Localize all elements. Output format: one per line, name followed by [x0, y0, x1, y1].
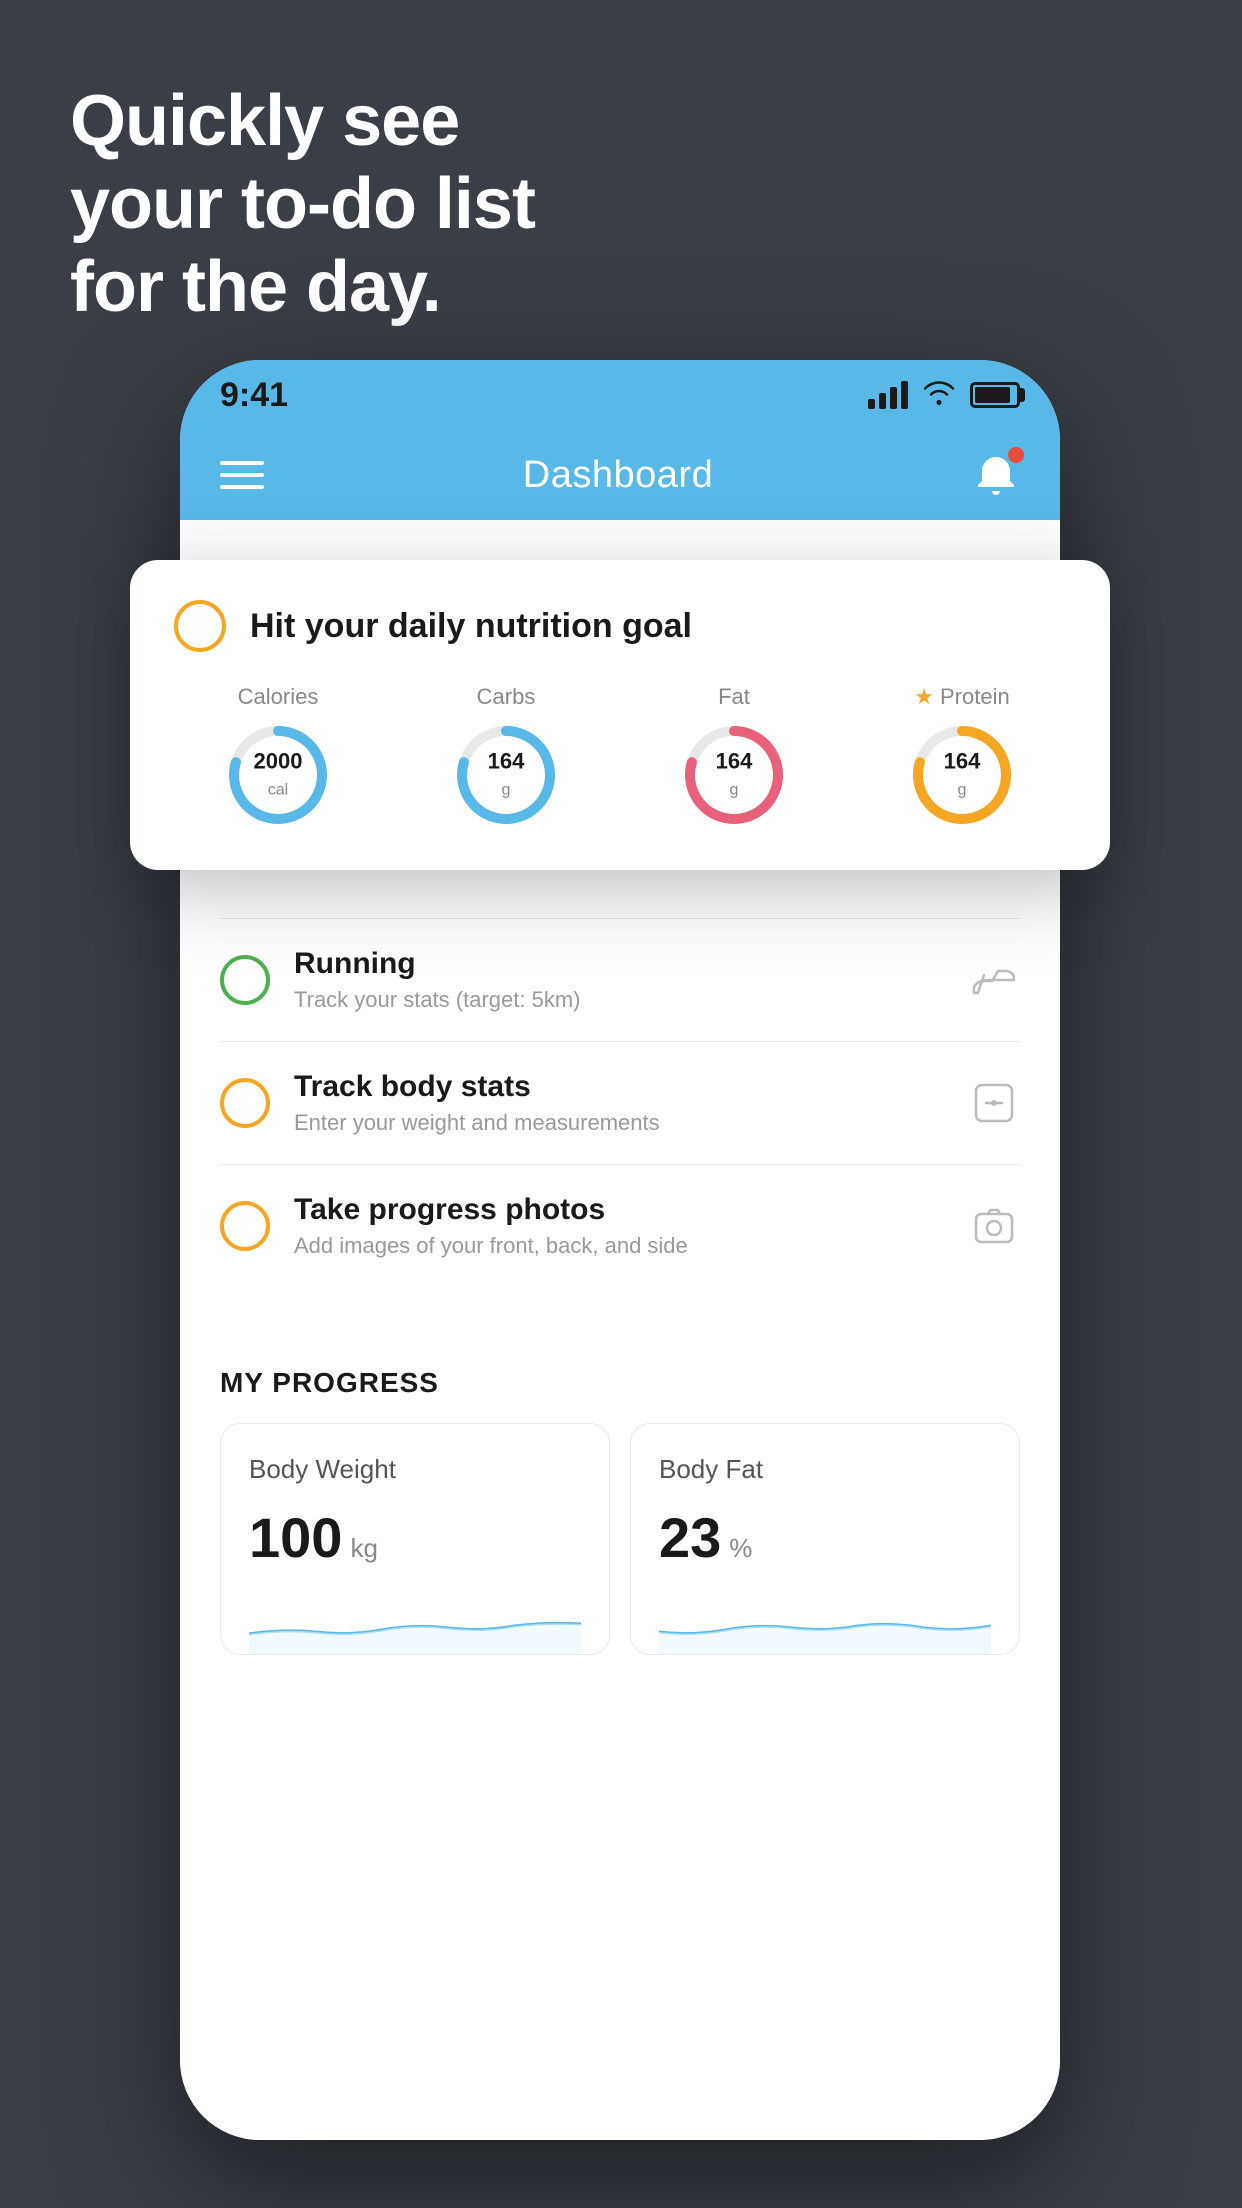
- nutrition-check-circle[interactable]: [174, 600, 226, 652]
- notification-bell-button[interactable]: [972, 451, 1020, 499]
- protein-label: ★ Protein: [914, 684, 1009, 710]
- wifi-icon: [922, 378, 956, 413]
- photo-icon: [968, 1200, 1020, 1252]
- body-fat-card[interactable]: Body Fat 23 %: [630, 1423, 1020, 1655]
- app-background: Quickly see your to-do list for the day.…: [0, 0, 1242, 2208]
- nutrition-protein: ★ Protein 164 g: [858, 684, 1066, 830]
- hero-line-1: Quickly see: [70, 80, 535, 163]
- protein-value: 164 g: [944, 749, 981, 802]
- todo-title-photos: Take progress photos: [294, 1193, 944, 1227]
- scale-icon: [968, 1077, 1020, 1129]
- notification-dot: [1008, 447, 1024, 463]
- status-time: 9:41: [220, 376, 288, 415]
- todo-list: Running Track your stats (target: 5km): [180, 918, 1060, 1287]
- body-fat-unit: %: [729, 1533, 752, 1564]
- body-weight-chart: [249, 1594, 581, 1654]
- body-fat-label: Body Fat: [659, 1454, 991, 1485]
- hero-line-3: for the day.: [70, 246, 535, 329]
- calories-donut: 2000 cal: [223, 720, 333, 830]
- protein-donut: 164 g: [907, 720, 1017, 830]
- header-title: Dashboard: [523, 454, 713, 497]
- todo-item-body-stats[interactable]: Track body stats Enter your weight and m…: [220, 1041, 1020, 1164]
- nutrition-calories: Calories 2000 cal: [174, 684, 382, 830]
- fat-value: 164 g: [716, 749, 753, 802]
- todo-title-running: Running: [294, 947, 944, 981]
- header-bar: Dashboard: [180, 430, 1060, 520]
- nutrition-card: Hit your daily nutrition goal Calories 2…: [130, 560, 1110, 870]
- carbs-value: 164 g: [488, 749, 525, 802]
- calories-label: Calories: [238, 684, 319, 710]
- card-title-row: Hit your daily nutrition goal: [174, 600, 1066, 652]
- todo-check-body-stats[interactable]: [220, 1078, 270, 1128]
- todo-content-photos: Take progress photos Add images of your …: [294, 1193, 944, 1259]
- progress-title: MY PROGRESS: [220, 1367, 1020, 1399]
- star-icon: ★: [914, 684, 934, 710]
- todo-item-running[interactable]: Running Track your stats (target: 5km): [220, 918, 1020, 1041]
- todo-subtitle-body-stats: Enter your weight and measurements: [294, 1110, 944, 1136]
- signal-icon: [868, 381, 908, 409]
- body-fat-chart: [659, 1594, 991, 1654]
- todo-check-photos[interactable]: [220, 1201, 270, 1251]
- todo-subtitle-photos: Add images of your front, back, and side: [294, 1233, 944, 1259]
- todo-content-running: Running Track your stats (target: 5km): [294, 947, 944, 1013]
- nutrition-card-title: Hit your daily nutrition goal: [250, 607, 692, 646]
- battery-icon: [970, 382, 1020, 408]
- body-weight-unit: kg: [350, 1533, 377, 1564]
- status-bar: 9:41: [180, 360, 1060, 430]
- body-fat-value-row: 23 %: [659, 1505, 991, 1570]
- body-weight-value-row: 100 kg: [249, 1505, 581, 1570]
- carbs-label: Carbs: [477, 684, 536, 710]
- todo-item-photos[interactable]: Take progress photos Add images of your …: [220, 1164, 1020, 1287]
- hero-text: Quickly see your to-do list for the day.: [70, 80, 535, 328]
- fat-label: Fat: [718, 684, 750, 710]
- body-weight-label: Body Weight: [249, 1454, 581, 1485]
- nutrition-row: Calories 2000 cal Carbs: [174, 684, 1066, 830]
- body-weight-card[interactable]: Body Weight 100 kg: [220, 1423, 610, 1655]
- status-icons: [868, 378, 1020, 413]
- todo-subtitle-running: Track your stats (target: 5km): [294, 987, 944, 1013]
- calories-value: 2000 cal: [254, 749, 303, 802]
- carbs-donut: 164 g: [451, 720, 561, 830]
- hamburger-menu[interactable]: [220, 461, 264, 489]
- progress-section: MY PROGRESS Body Weight 100 kg: [180, 1327, 1060, 1695]
- nutrition-fat: Fat 164 g: [630, 684, 838, 830]
- nutrition-carbs: Carbs 164 g: [402, 684, 610, 830]
- progress-cards: Body Weight 100 kg: [220, 1423, 1020, 1655]
- todo-check-running[interactable]: [220, 955, 270, 1005]
- hero-line-2: your to-do list: [70, 163, 535, 246]
- shoe-icon: [968, 954, 1020, 1006]
- todo-content-body-stats: Track body stats Enter your weight and m…: [294, 1070, 944, 1136]
- fat-donut: 164 g: [679, 720, 789, 830]
- todo-title-body-stats: Track body stats: [294, 1070, 944, 1104]
- body-weight-value: 100: [249, 1505, 342, 1570]
- body-fat-value: 23: [659, 1505, 721, 1570]
